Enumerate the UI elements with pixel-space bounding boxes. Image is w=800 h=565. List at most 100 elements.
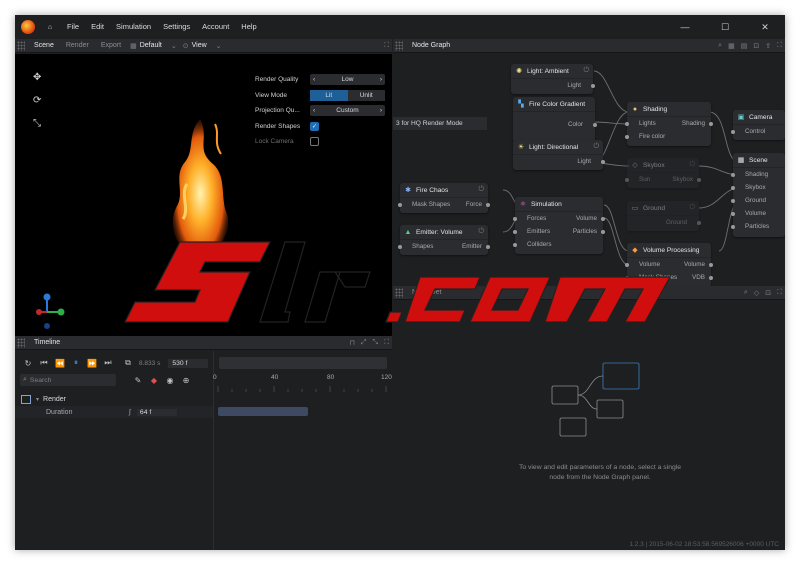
input-port[interactable] [731, 186, 735, 190]
chevron-right-icon[interactable]: › [380, 107, 382, 114]
output-port[interactable] [709, 276, 713, 280]
timeline-range-bar[interactable] [219, 357, 387, 369]
node-light-ambient[interactable]: ✺ Light: Ambient ⏻ Light [511, 64, 595, 94]
power-icon[interactable]: ⏻ [689, 204, 695, 212]
output-port[interactable] [697, 221, 701, 225]
grid-icon[interactable]: ▦ [728, 42, 735, 50]
tab-export[interactable]: Export [95, 39, 127, 53]
skip-start-icon[interactable]: ⏮ [39, 358, 49, 368]
menu-file[interactable]: File [61, 15, 85, 39]
frame-icon[interactable]: ⊡ [753, 42, 759, 50]
minimize-icon[interactable]: — [665, 15, 705, 39]
node-shading[interactable]: ● Shading Lights Shading Fire color [625, 102, 713, 146]
frame-input[interactable]: 530 f [168, 358, 209, 368]
node-skybox[interactable]: ◇ Skybox ⏻ Sun Skybox [625, 158, 701, 188]
menu-help[interactable]: Help [235, 15, 262, 39]
collapse-icon[interactable]: ▾ [36, 396, 39, 403]
input-port[interactable] [731, 130, 735, 134]
input-port[interactable] [731, 173, 735, 177]
playback-mode-icon[interactable]: ⧉ [123, 358, 133, 368]
output-port[interactable] [709, 122, 713, 126]
render-quality-select[interactable]: ‹ Low › [310, 74, 385, 86]
step-back-icon[interactable]: ⏪ [55, 358, 65, 368]
home-icon[interactable]: ⌂ [43, 20, 57, 34]
input-port[interactable] [513, 217, 517, 221]
move-icon[interactable]: ✥ [33, 72, 41, 83]
scale-icon[interactable]: ⤡ [33, 118, 41, 129]
chevron-left-icon[interactable]: ‹ [313, 76, 315, 83]
menu-edit[interactable]: Edit [85, 15, 110, 39]
fit-icon[interactable]: ⤢ [361, 339, 367, 347]
node-camera[interactable]: ▣ Camera Control [731, 110, 785, 140]
node-scene[interactable]: ▦ Scene Shading Skybox Ground Volume Part… [731, 153, 785, 237]
menu-simulation[interactable]: Simulation [110, 15, 157, 39]
close-icon[interactable]: ✕ [745, 15, 785, 39]
axis-gizmo-icon[interactable] [33, 292, 65, 332]
snap-icon[interactable]: ⊓ [349, 339, 354, 347]
search-icon[interactable]: ⌕ [718, 42, 722, 50]
export-icon[interactable]: ⇪ [765, 42, 771, 50]
drag-handle-icon[interactable] [17, 337, 25, 348]
output-port[interactable] [486, 203, 490, 207]
output-port[interactable] [709, 263, 713, 267]
view-select[interactable]: View [192, 39, 213, 53]
chevron-right-icon[interactable]: › [380, 76, 382, 83]
projection-select[interactable]: ‹ Custom › [310, 105, 385, 117]
edit-icon[interactable]: ✎ [133, 375, 143, 385]
layout-icon[interactable]: ▤ [741, 42, 748, 50]
expand-icon[interactable]: ⛶ [777, 42, 782, 50]
track-render-row[interactable]: ▾ Render [21, 393, 66, 405]
add-key-icon[interactable]: ⊕ [181, 375, 191, 385]
duration-input[interactable]: 64 f [136, 408, 177, 416]
rotate-icon[interactable]: ⟳ [33, 95, 41, 106]
diamond-icon[interactable]: ◇ [754, 289, 759, 297]
output-port[interactable] [601, 217, 605, 221]
camera-select[interactable]: Default [140, 39, 168, 53]
input-port[interactable] [731, 212, 735, 216]
zoom-icon[interactable]: ⤡ [372, 339, 378, 347]
output-port[interactable] [697, 178, 701, 182]
tab-render[interactable]: Render [60, 39, 95, 53]
skip-end-icon[interactable]: ⏭ [103, 358, 113, 368]
view-mode-lit[interactable]: Lit [310, 89, 348, 101]
input-port[interactable] [625, 135, 629, 139]
duration-clip[interactable] [218, 407, 308, 416]
drag-handle-icon[interactable] [395, 40, 403, 51]
keyframe-icon[interactable]: ◆ [149, 375, 159, 385]
input-port[interactable] [398, 203, 402, 207]
track-duration-row[interactable]: Duration ∫ 64 f [15, 406, 213, 418]
power-icon[interactable]: ⏻ [478, 186, 484, 194]
step-forward-icon[interactable]: ⏩ [87, 358, 97, 368]
frame-icon[interactable]: ⊡ [765, 289, 771, 297]
node-ground[interactable]: ▭ Ground ⏻ Ground [627, 201, 701, 231]
power-icon[interactable]: ⏻ [689, 161, 695, 169]
input-port[interactable] [731, 225, 735, 229]
record-icon[interactable]: ◉ [165, 375, 175, 385]
loop-icon[interactable]: ↻ [23, 358, 33, 368]
curve-icon[interactable]: ∫ [129, 409, 131, 416]
chevron-down-icon[interactable]: ⌄ [171, 42, 177, 50]
input-port[interactable] [731, 199, 735, 203]
node-fire-color-gradient[interactable]: ▚ Fire Color Gradient Color [513, 97, 597, 142]
menu-account[interactable]: Account [196, 15, 235, 39]
expand-icon[interactable]: ⛶ [384, 42, 389, 50]
drag-handle-icon[interactable] [17, 40, 25, 51]
chevron-down-icon[interactable]: ⌄ [216, 42, 222, 50]
maximize-icon[interactable]: ☐ [705, 15, 745, 39]
input-port[interactable] [625, 178, 629, 182]
input-port[interactable] [625, 122, 629, 126]
chevron-left-icon[interactable]: ‹ [313, 107, 315, 114]
output-port[interactable] [591, 84, 595, 88]
tab-scene[interactable]: Scene [28, 39, 60, 53]
search-icon[interactable]: ⌕ [744, 289, 748, 297]
power-icon[interactable]: ⏻ [583, 67, 589, 75]
node-fire-chaos[interactable]: ✱ Fire Chaos ⏻ Mask Shapes Force [398, 183, 490, 213]
output-port[interactable] [601, 160, 605, 164]
node-light-directional[interactable]: ☀ Light: Directional ⏻ Light [513, 140, 605, 170]
timeline-ruler[interactable] [214, 374, 392, 392]
output-port[interactable] [593, 123, 597, 127]
timeline-search[interactable]: ⌕ Search [20, 374, 116, 386]
expand-icon[interactable]: ⛶ [777, 289, 782, 297]
view-mode-unlit[interactable]: Unlit [347, 89, 385, 101]
power-icon[interactable]: ⏻ [593, 143, 599, 151]
